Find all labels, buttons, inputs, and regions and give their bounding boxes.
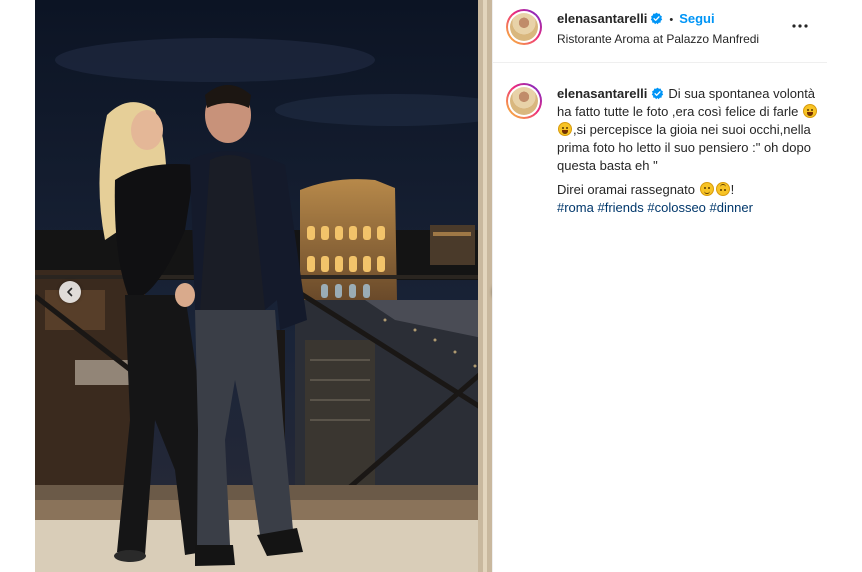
verified-badge-icon (651, 12, 663, 25)
chevron-left-icon (67, 287, 73, 297)
post-caption: elenasantarelli Di sua spontanea volontà… (557, 85, 819, 217)
right-margin (827, 0, 862, 572)
separator-dot: • (669, 14, 674, 26)
hashtag-dinner-link[interactable]: #dinner (710, 200, 753, 215)
caption-username-link[interactable]: elenasantarelli (557, 86, 647, 101)
follow-button[interactable]: Segui (679, 11, 714, 26)
location-link[interactable]: Ristorante Aroma at Palazzo Manfredi (557, 32, 759, 46)
profile-picture (510, 13, 538, 41)
username-link[interactable]: elenasantarelli (557, 11, 647, 26)
post-side-panel: elenasantarelli • Segui Ristorante Aroma … (492, 0, 828, 572)
grinning-squinting-face-icon (802, 104, 817, 118)
more-horizontal-icon (792, 24, 808, 28)
caption-text-2-end: ! (730, 182, 735, 197)
photo-scene (35, 0, 492, 572)
upside-down-face-icon (715, 182, 730, 196)
profile-picture (510, 87, 538, 115)
hashtag-colosseo-link[interactable]: #colosseo (647, 200, 706, 215)
header-user-line: elenasantarelli • Segui (557, 11, 715, 26)
previous-photo-button[interactable] (59, 281, 81, 303)
hashtag-friends-link[interactable]: #friends (597, 200, 643, 215)
left-gutter (0, 0, 35, 572)
avatar[interactable] (506, 9, 542, 45)
caption-text-1b: ,si percepisce la gioia nei suoi occhi,n… (557, 122, 811, 173)
hashtag-list: #roma #friends #colosseo #dinner (557, 199, 819, 217)
caption-text-2: Direi oramai rassegnato (557, 182, 696, 197)
verified-badge-icon (652, 87, 664, 100)
post-header: elenasantarelli • Segui Ristorante Aroma … (493, 0, 828, 63)
more-options-button[interactable] (790, 16, 810, 36)
caption-avatar[interactable] (506, 83, 542, 119)
hashtag-roma-link[interactable]: #roma (557, 200, 594, 215)
grinning-sweat-face-icon (558, 122, 572, 136)
slightly-smiling-face-icon (699, 182, 714, 196)
post-photo[interactable] (35, 0, 492, 572)
caption-paragraph-2: Direi oramai rassegnato ! (557, 181, 819, 199)
caption-paragraph-1: elenasantarelli Di sua spontanea volontà… (557, 85, 819, 175)
